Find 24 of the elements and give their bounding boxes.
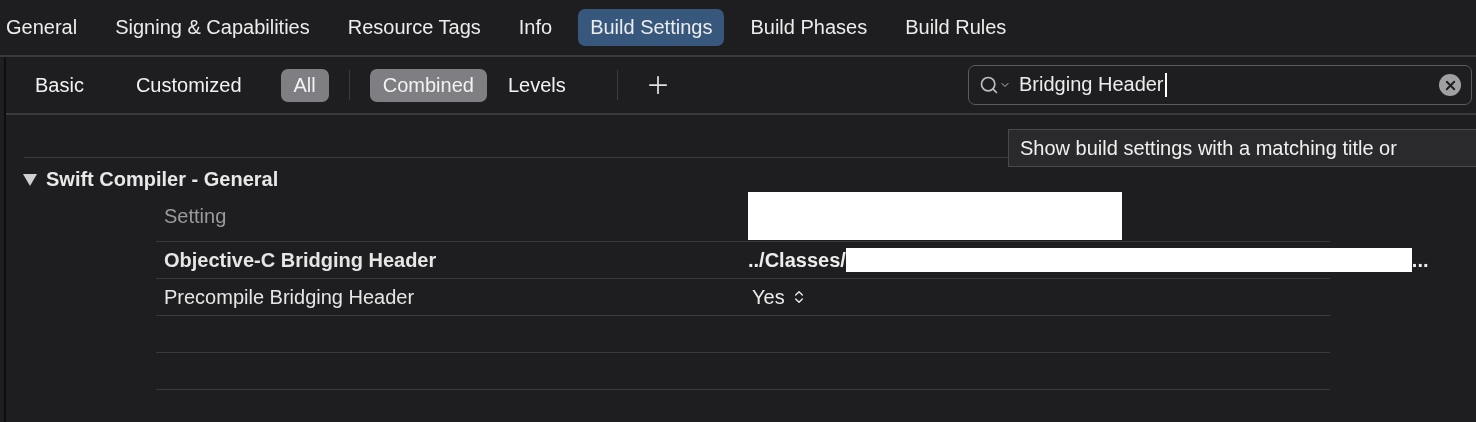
tab[interactable]: General: [0, 9, 90, 46]
tab[interactable]: Signing & Capabilities: [103, 9, 322, 46]
tab[interactable]: Build Phases: [738, 9, 880, 46]
setting-name: Precompile Bridging Header: [163, 285, 416, 309]
tab[interactable]: Build Settings: [578, 9, 725, 46]
setting-value: ../Classes/: [748, 248, 846, 272]
search-icon[interactable]: [979, 75, 1011, 95]
view-button[interactable]: Levels: [494, 68, 579, 102]
tab[interactable]: Resource Tags: [335, 9, 493, 46]
section-title: Swift Compiler - General: [46, 168, 279, 191]
ellipsis: ...: [1411, 248, 1429, 272]
search-field[interactable]: Bridging Header: [968, 65, 1472, 105]
clear-icon[interactable]: [1439, 74, 1461, 96]
setting-name: Objective-C Bridging Header: [163, 248, 438, 272]
filter-button[interactable]: Customized: [122, 68, 255, 102]
tab[interactable]: Build Rules: [893, 9, 1019, 46]
value-popup[interactable]: Yes: [740, 285, 1330, 309]
filter-button[interactable]: All: [280, 68, 329, 102]
column-header: Setting: [163, 204, 228, 228]
disclosure-triangle-icon[interactable]: [22, 172, 38, 187]
tooltip: Show build settings with a matching title or: [1008, 129, 1476, 167]
view-button[interactable]: Combined: [369, 68, 487, 102]
filter-button[interactable]: Basic: [22, 68, 97, 102]
tab[interactable]: Info: [506, 9, 565, 46]
